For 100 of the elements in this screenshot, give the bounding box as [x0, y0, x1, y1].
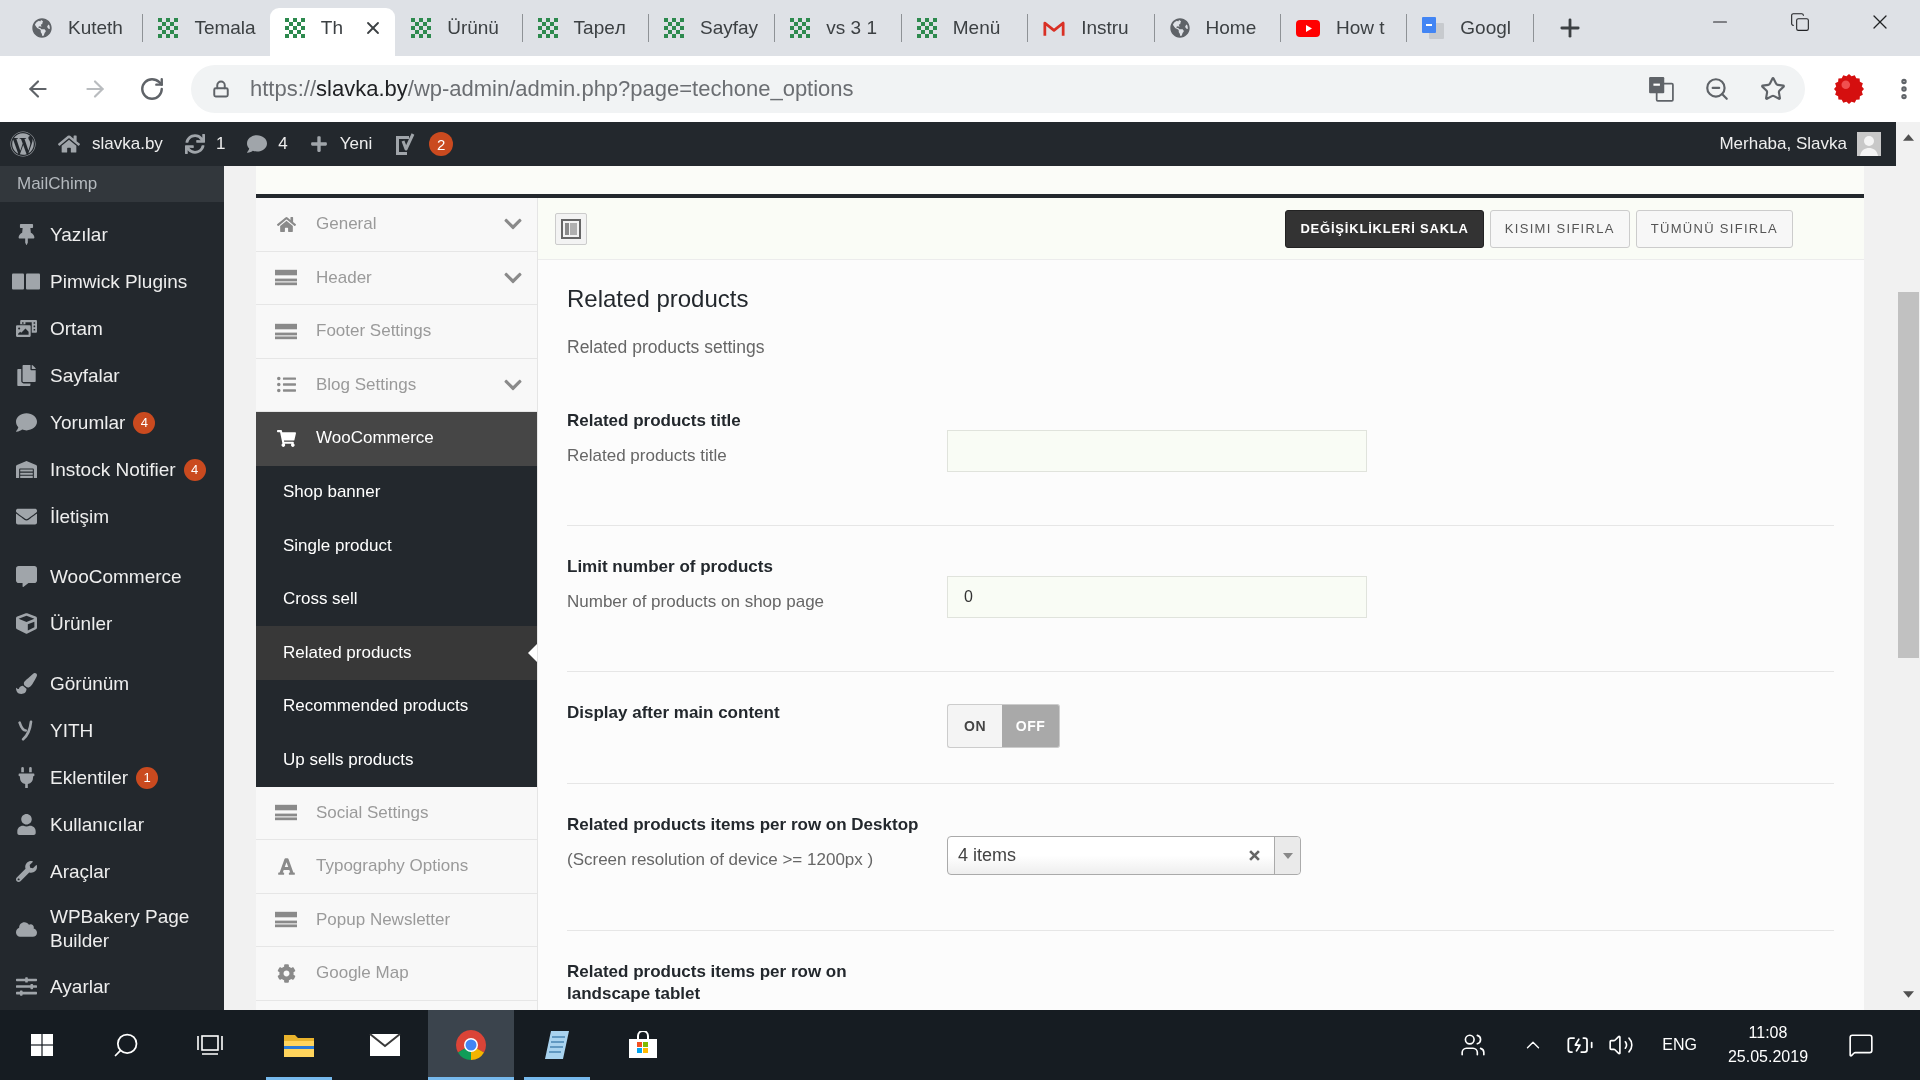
media-icon: [15, 318, 37, 339]
settings-nav-item[interactable]: WooCommerce: [256, 412, 537, 466]
select-field[interactable]: 4 items: [947, 836, 1301, 875]
settings-subnav-item[interactable]: Related products: [256, 626, 537, 680]
count-badge: 4: [133, 411, 156, 434]
clock[interactable]: 11:08 25.05.2019: [1723, 1024, 1813, 1066]
browser-tab[interactable]: Th: [269, 8, 396, 56]
envelope-icon: [15, 506, 37, 527]
address-bar[interactable]: https://slavka.by/wp-admin/admin.php?page=techone_options: [191, 65, 1805, 113]
new-content-link[interactable]: Yeni: [309, 134, 373, 154]
admin-menu-item[interactable]: Eklentiler 1: [0, 754, 224, 801]
pages-icon: [15, 365, 37, 386]
people-icon[interactable]: [1460, 1032, 1487, 1058]
admin-menu-item[interactable]: WPBakery Page Builder: [0, 895, 224, 963]
field-label: Related products items per row on Desktop: [567, 814, 920, 836]
admin-menu-item[interactable]: Kullanıcılar: [0, 801, 224, 848]
lock-icon[interactable]: [212, 80, 230, 98]
admin-menu-item[interactable]: Yorumlar 4: [0, 399, 224, 446]
field-label: Related products title: [567, 410, 742, 432]
plus-icon: [309, 135, 328, 153]
settings-subnav-item[interactable]: Cross sell: [256, 572, 537, 626]
cube-icon: [15, 613, 37, 634]
admin-menu-item[interactable]: Instock Notifier 4: [0, 446, 224, 493]
admin-menu-item[interactable]: Görünüm: [0, 660, 224, 707]
account-link[interactable]: Merhaba, Slavka: [1719, 132, 1881, 156]
url-text[interactable]: https://slavka.by/wp-admin/admin.php?page=techone_options: [250, 76, 854, 102]
admin-menu-item[interactable]: YITH: [0, 707, 224, 754]
admin-menu-item[interactable]: WooCommerce: [0, 553, 224, 600]
home-icon: [58, 133, 80, 155]
field-description: Related products title: [567, 445, 728, 467]
browser-tab[interactable]: Kuteth: [17, 8, 143, 56]
browser-tab[interactable]: Menü: [901, 8, 1028, 56]
comments-link[interactable]: 4: [247, 134, 288, 154]
folder-icon: [283, 1032, 315, 1058]
browser-tab[interactable]: Temala: [143, 8, 269, 56]
admin-menu-item[interactable]: Ürünler: [0, 600, 224, 647]
settings-subnav-item[interactable]: Up sells products: [256, 733, 537, 787]
notification-icon[interactable]: [1848, 1032, 1874, 1058]
checker-pattern-icon: [916, 18, 937, 38]
reload-icon[interactable]: [139, 76, 165, 102]
reset-button[interactable]: TÜMÜNÜ SIFIRLA: [1635, 209, 1793, 248]
checker-pattern-icon: [158, 18, 179, 38]
caret-icon: [1282, 852, 1293, 859]
browser-tab[interactable]: Tapeл: [522, 8, 648, 56]
bars-icon: [275, 803, 297, 823]
list-icon: [276, 375, 296, 395]
translate-icon[interactable]: [1648, 76, 1674, 102]
admin-menu-item[interactable]: İletişim: [0, 493, 224, 540]
clear-icon[interactable]: [1249, 850, 1260, 861]
save-button[interactable]: DEĞİŞİKLİKLERİ SAKLA: [1285, 209, 1484, 248]
browser-tab[interactable]: Googl: [1407, 8, 1533, 56]
language-indicator[interactable]: ENG: [1662, 1036, 1697, 1054]
logo-icon[interactable]: [10, 131, 36, 157]
on-segment[interactable]: ON: [947, 704, 1002, 748]
sync-icon: [184, 134, 205, 154]
admin-menu-item[interactable]: Ayarlar: [0, 963, 224, 1010]
text-field[interactable]: 0: [947, 576, 1367, 618]
star-icon[interactable]: [1760, 76, 1786, 102]
user-icon: [15, 814, 37, 835]
cart-icon: [276, 428, 296, 448]
text-field[interactable]: [947, 430, 1367, 472]
seal-icon[interactable]: [1834, 74, 1864, 104]
browser-tab[interactable]: How t: [1280, 8, 1407, 56]
browser-tab[interactable]: Sayfay: [648, 8, 775, 56]
settings-subnav-item[interactable]: Single product: [256, 519, 537, 573]
font-icon: [276, 856, 296, 876]
browser-tab[interactable]: vs 3 1: [775, 8, 901, 56]
admin-menu-item[interactable]: Pimwick Plugins: [0, 258, 224, 305]
site-link[interactable]: slavka.by: [58, 133, 163, 155]
home-icon: [276, 214, 296, 234]
submenu-link[interactable]: MailChimp: [17, 174, 98, 194]
admin-menu-item[interactable]: Yazılar: [0, 211, 224, 258]
scroll-down-icon[interactable]: [1902, 991, 1914, 998]
browser-tab[interactable]: Home: [1154, 8, 1280, 56]
admin-menu-item[interactable]: Ortam: [0, 305, 224, 352]
updates-link[interactable]: 1: [184, 134, 226, 154]
sliders-icon: [15, 976, 37, 997]
checker-pattern-icon: [663, 18, 684, 38]
paintbrush-icon: [15, 673, 37, 694]
settings-subnav-item[interactable]: Shop banner: [256, 465, 537, 519]
admin-menu-item[interactable]: Sayfalar: [0, 352, 224, 399]
restore-icon[interactable]: [1790, 12, 1810, 32]
seo-menu-link[interactable]: 2: [394, 132, 454, 156]
layout-toggle[interactable]: [555, 212, 587, 245]
checker-pattern-icon: [411, 18, 432, 38]
scroll-up-icon[interactable]: [1902, 134, 1914, 141]
search-icon[interactable]: [112, 1031, 140, 1059]
browser-tab[interactable]: Ürünü: [396, 8, 522, 56]
admin-menu-item[interactable]: Araçlar: [0, 848, 224, 895]
reset-button[interactable]: KISIMI SIFIRLA: [1489, 209, 1630, 248]
warehouse-icon: [15, 459, 37, 480]
scrollbar-thumb[interactable]: [1897, 292, 1919, 658]
task-view-icon[interactable]: [197, 1033, 223, 1057]
field-label: Limit number of products: [567, 556, 774, 578]
settings-subnav-item[interactable]: Recommended products: [256, 679, 537, 733]
mail-icon: [1043, 19, 1066, 37]
browser-tab[interactable]: Instru: [1028, 8, 1154, 56]
zoom-out-icon[interactable]: [1704, 76, 1730, 102]
field-label: Related products items per row on landscape tablet: [567, 961, 848, 1005]
start-menu-icon[interactable]: [31, 1034, 53, 1056]
